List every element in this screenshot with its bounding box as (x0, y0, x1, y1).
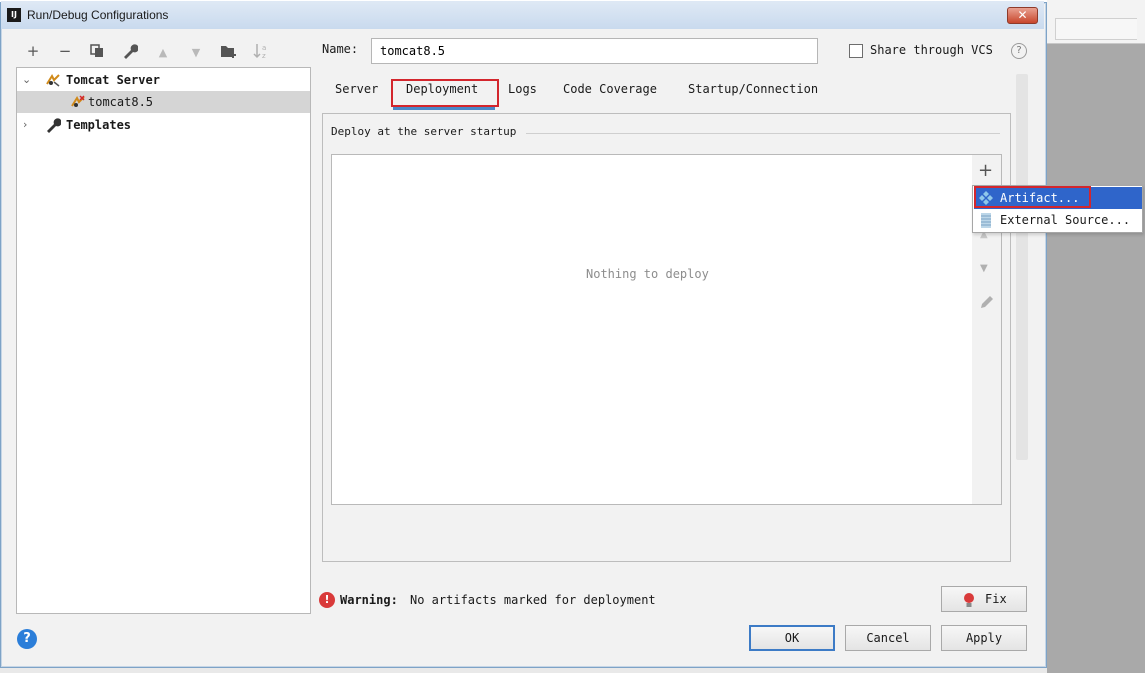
artifact-highlight-box (974, 186, 1091, 208)
move-down-button[interactable]: ▼ (185, 40, 207, 62)
folder-add-icon (221, 46, 236, 58)
external-source-icon (981, 213, 991, 228)
ok-button[interactable]: OK (749, 625, 835, 651)
copy-configuration-button[interactable] (86, 40, 108, 62)
help-button[interactable]: ? (17, 629, 37, 649)
add-configuration-button[interactable]: + (22, 40, 44, 62)
sort-button[interactable]: az (251, 40, 273, 62)
move-up-button[interactable]: ▲ (152, 40, 174, 62)
chevron-down-icon[interactable]: ⌄ (22, 69, 31, 91)
add-icon[interactable]: + (978, 160, 993, 181)
add-icon: + (26, 42, 40, 60)
wrench-icon (47, 118, 61, 133)
apply-button[interactable]: Apply (941, 625, 1027, 651)
configuration-tree[interactable]: ⌄ Tomcat Server tomcat8.5 › Templates (16, 67, 311, 614)
fix-button[interactable]: Fix (941, 586, 1027, 612)
popup-item-external-source[interactable]: External Source... (974, 209, 1142, 231)
tree-item-tomcat-server[interactable]: ⌄ Tomcat Server (17, 69, 310, 91)
background-bottom (0, 668, 1047, 673)
fix-label: Fix (985, 592, 1007, 606)
deploy-section-title: Deploy at the server startup (331, 125, 517, 138)
wrench-icon (124, 44, 139, 59)
tomcat-icon (71, 95, 85, 107)
tree-item-label: Templates (66, 118, 132, 132)
background-window-strip (1047, 0, 1145, 44)
name-input[interactable] (371, 38, 818, 64)
tree-item-label: tomcat8.5 (88, 95, 154, 109)
tab-startup-connection[interactable]: Startup/Connection (688, 82, 818, 102)
share-vcs-label: Share through VCS (870, 43, 993, 57)
background-area (1047, 44, 1145, 673)
share-vcs-checkbox[interactable] (849, 44, 863, 58)
tomcat-icon (46, 73, 60, 87)
warning-text: No artifacts marked for deployment (410, 593, 656, 607)
chevron-right-icon[interactable]: › (23, 114, 27, 136)
empty-list-text: Nothing to deploy (586, 267, 709, 281)
edit-defaults-button[interactable] (119, 40, 141, 62)
warning-icon: ! (319, 592, 335, 608)
tab-server[interactable]: Server (335, 82, 378, 102)
move-up-icon: ▲ (158, 46, 168, 59)
create-folder-button[interactable] (218, 40, 240, 62)
bulb-icon (964, 593, 974, 607)
tree-item-label: Tomcat Server (66, 73, 160, 87)
sort-icon: az (253, 44, 266, 60)
pencil-icon[interactable] (979, 294, 995, 310)
copy-icon (90, 44, 103, 57)
remove-configuration-button[interactable]: − (54, 40, 76, 62)
move-down-icon: ▼ (191, 46, 201, 59)
name-label: Name: (322, 42, 359, 56)
intellij-app-icon: IJ (7, 8, 21, 22)
move-down-icon[interactable]: ▼ (980, 263, 988, 274)
section-divider (526, 133, 1000, 134)
tree-item-templates[interactable]: › Templates (17, 114, 310, 136)
vertical-scrollbar[interactable] (1016, 74, 1028, 460)
cancel-button[interactable]: Cancel (845, 625, 931, 651)
deployment-tab-highlight-box (391, 79, 499, 107)
close-window-button[interactable]: ✕ (1007, 7, 1038, 24)
svg-text:z: z (262, 52, 266, 59)
active-tab-indicator (393, 107, 495, 110)
remove-icon: − (58, 42, 72, 60)
warning-label: Warning: (340, 593, 398, 607)
window-title: Run/Debug Configurations (27, 8, 169, 22)
tree-item-tomcat85[interactable]: tomcat8.5 (17, 91, 310, 113)
tab-logs[interactable]: Logs (508, 82, 537, 102)
svg-text:a: a (262, 44, 266, 52)
tab-code-coverage[interactable]: Code Coverage (563, 82, 657, 102)
close-icon: ✕ (1017, 8, 1028, 22)
help-icon[interactable]: ? (1011, 43, 1027, 59)
popup-item-label: External Source... (1000, 213, 1131, 227)
deploy-artifacts-list[interactable] (331, 154, 973, 505)
